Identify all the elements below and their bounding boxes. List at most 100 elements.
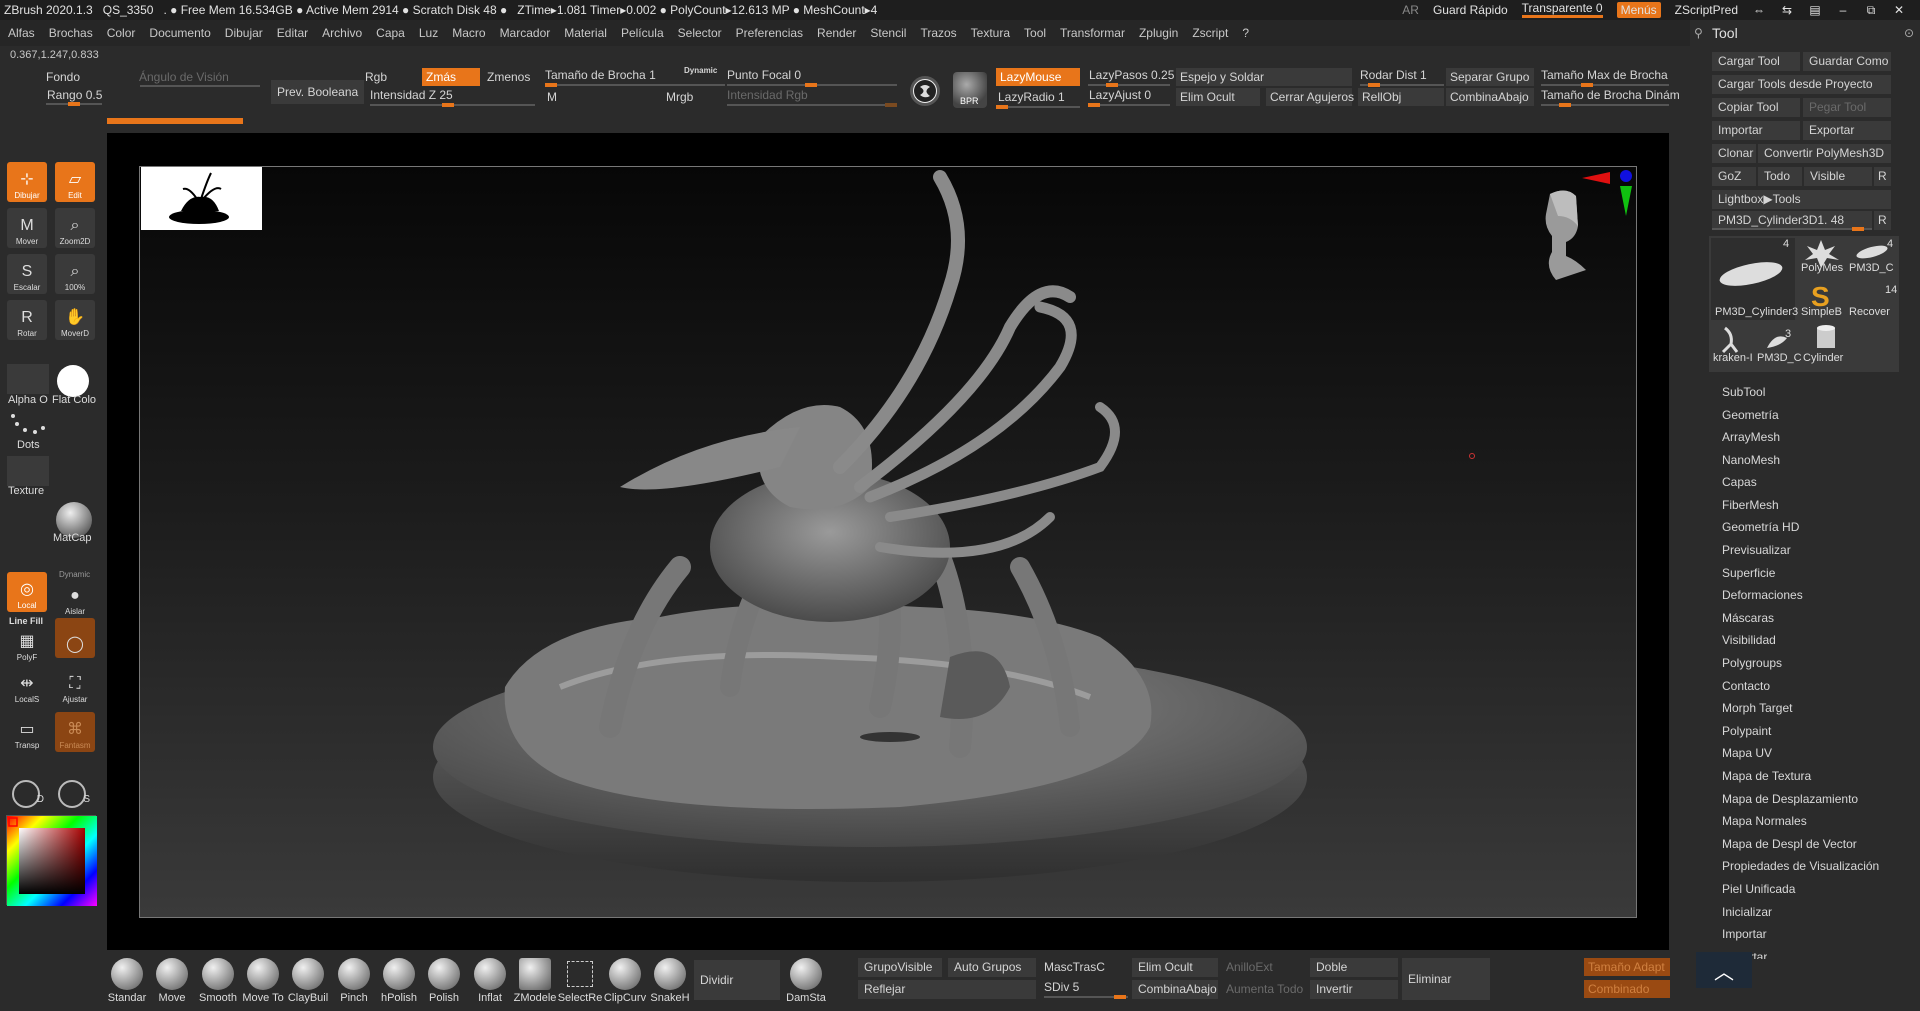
m-toggle[interactable]: M — [547, 90, 557, 104]
subpalette-unified-skin[interactable]: Piel Unificada — [1722, 882, 1795, 896]
scroll-up-button[interactable]: ︿ — [1696, 952, 1752, 988]
menu-item[interactable]: Brochas — [49, 26, 93, 40]
roll-dist-slider[interactable]: Rodar Dist 1 — [1360, 68, 1427, 82]
brush-zmodeler[interactable]: ZModele — [514, 958, 556, 1008]
subpalette-masking[interactable]: Máscaras — [1722, 611, 1774, 625]
all-button[interactable]: Todo — [1758, 167, 1802, 186]
edit-mode-button[interactable]: ▱ Edit — [55, 162, 95, 202]
dots-stroke-icon[interactable] — [7, 410, 49, 440]
lazyradius-slider[interactable]: LazyRadio 1 — [998, 90, 1065, 104]
brush-polish[interactable]: Polish — [424, 958, 464, 1008]
menu-item[interactable]: Documento — [149, 26, 210, 40]
subpalette-displacement-map[interactable]: Mapa de Desplazamiento — [1722, 792, 1858, 806]
orientation-head-icon[interactable] — [1536, 186, 1606, 286]
menu-item[interactable]: Textura — [971, 26, 1010, 40]
rotate-mode-button[interactable]: R Rotar — [7, 300, 47, 340]
max-brush-size-slider[interactable]: Tamaño Max de Brocha — [1541, 68, 1668, 82]
texture-slot[interactable] — [7, 456, 49, 486]
mask-by-cavity-button[interactable]: MascTrasC — [1044, 960, 1105, 974]
menu-item[interactable]: Color — [107, 26, 136, 40]
auto-groups-button[interactable]: Auto Grupos — [948, 958, 1036, 977]
fill-object-button[interactable]: RellObj — [1358, 88, 1444, 106]
menu-item[interactable]: Selector — [678, 26, 722, 40]
subpalette-surface[interactable]: Superficie — [1722, 566, 1775, 580]
lazysnap-slider[interactable]: LazyAjust 0 — [1089, 88, 1151, 102]
brush-smooth[interactable]: Smooth — [198, 958, 238, 1008]
adaptive-size-button[interactable]: Tamaño Adapt — [1584, 958, 1670, 976]
load-tool-button[interactable]: Cargar Tool — [1712, 52, 1800, 71]
zsub-toggle[interactable]: Zmenos — [487, 70, 530, 84]
group-visible-button[interactable]: GrupoVisible — [858, 958, 942, 977]
popout-icon[interactable]: ⊙ — [1904, 26, 1914, 40]
draw-mode-button[interactable]: ⊹ Dibujar — [7, 162, 47, 202]
menu-item[interactable]: ? — [1242, 26, 1249, 40]
fondo-slider[interactable]: Fondo — [46, 70, 80, 84]
rgb-toggle[interactable]: Rgb — [365, 70, 387, 84]
mrgb-toggle[interactable]: Mrgb — [666, 90, 693, 104]
mirror-weld-button[interactable]: Espejo y Soldar — [1176, 68, 1352, 86]
transparency-button[interactable]: ▭ Transp — [7, 712, 47, 752]
polyframe-button[interactable]: ▦ PolyF — [7, 624, 47, 664]
menu-item[interactable]: Dibujar — [225, 26, 263, 40]
move-doc-button[interactable]: ✋ MoverD — [55, 300, 95, 340]
pin-icon[interactable]: ⚲ — [1694, 26, 1703, 40]
tool-thumb-cylinder-primitive[interactable] — [1805, 322, 1849, 352]
subpalette-initialize[interactable]: Inicializar — [1722, 905, 1772, 919]
ghost-button[interactable]: ⌘ Fantasm — [55, 712, 95, 752]
subpalette-texture-map[interactable]: Mapa de Textura — [1722, 769, 1811, 783]
menu-item[interactable]: Marcador — [500, 26, 551, 40]
brush-clipcurve[interactable]: ClipCurv — [604, 958, 646, 1008]
solo-button[interactable]: ● Aislar — [55, 578, 95, 618]
r-button[interactable]: R — [1874, 167, 1891, 186]
local-symmetry-button[interactable]: ⇹ LocalS — [7, 666, 47, 706]
tool-thumb-pm3d-2[interactable] — [1757, 324, 1801, 354]
brush-selectrect[interactable]: SelectRe — [558, 958, 602, 1008]
menu-item[interactable]: Capa — [376, 26, 405, 40]
menu-item[interactable]: Material — [564, 26, 607, 40]
menu-item[interactable]: Stencil — [870, 26, 906, 40]
subpalette-hd-geometry[interactable]: Geometría HD — [1722, 520, 1799, 534]
visible-button[interactable]: Visible — [1804, 167, 1872, 186]
secondary-color-icon[interactable]: S — [58, 780, 90, 808]
swap-icon[interactable]: ⇆ — [1780, 3, 1794, 17]
delete-hidden-button[interactable]: Elim Ocult — [1176, 88, 1260, 106]
brush-hpolish[interactable]: hPolish — [379, 958, 419, 1008]
scale-mode-button[interactable]: S Escalar — [7, 254, 47, 294]
rango-slider[interactable]: Rango 0.5 — [47, 88, 102, 102]
z-intensity-slider[interactable]: Intensidad Z 25 — [370, 88, 453, 102]
dynamic-brush-size-slider[interactable]: Tamaño de Brocha Dinám — [1541, 88, 1680, 102]
menu-item[interactable]: Preferencias — [736, 26, 803, 40]
load-from-project-button[interactable]: Cargar Tools desde Proyecto — [1712, 75, 1891, 94]
restore-icon[interactable]: ⧉ — [1864, 3, 1878, 17]
focal-shift-slider[interactable]: Punto Focal 0 — [727, 68, 801, 82]
brush-size-slider[interactable]: Tamaño de Brocha 1 — [545, 68, 656, 82]
ar-toggle[interactable]: AR — [1402, 3, 1419, 17]
menu-item[interactable]: Transformar — [1060, 26, 1125, 40]
layout-icon[interactable]: ⇔ — [1752, 3, 1766, 17]
subpalette-display-properties[interactable]: Propiedades de Visualización — [1722, 859, 1879, 873]
subpalette-layers[interactable]: Capas — [1722, 475, 1757, 489]
goz-button[interactable]: GoZ — [1712, 167, 1756, 186]
clone-button[interactable]: Clonar — [1712, 144, 1756, 163]
grow-all-button[interactable]: Aumenta Todo — [1226, 982, 1303, 996]
local-button[interactable]: ◎ Local — [7, 572, 47, 612]
brush-inflat[interactable]: Inflat — [470, 958, 510, 1008]
subpalette-import[interactable]: Importar — [1722, 927, 1767, 941]
subpalette-contact[interactable]: Contacto — [1722, 679, 1770, 693]
export-button[interactable]: Exportar — [1803, 121, 1891, 140]
subpalette-nanomesh[interactable]: NanoMesh — [1722, 453, 1780, 467]
subpalette-geometry[interactable]: Geometría — [1722, 408, 1779, 422]
menu-item[interactable]: Luz — [419, 26, 438, 40]
brush-claybuildup[interactable]: ClayBuil — [288, 958, 328, 1008]
subpalette-vector-displacement[interactable]: Mapa de Despl de Vector — [1722, 837, 1857, 851]
view-angle-slider[interactable]: Ángulo de Visión — [139, 70, 229, 84]
zadd-toggle[interactable]: Zmás — [422, 68, 480, 86]
quick-save-button[interactable]: Guard Rápido — [1433, 3, 1508, 17]
subpalette-arraymesh[interactable]: ArrayMesh — [1722, 430, 1780, 444]
zoom2d-button[interactable]: ⌕ Zoom2D — [55, 208, 95, 248]
delete-button[interactable]: Eliminar — [1402, 958, 1490, 1000]
dynamic-label[interactable]: Dynamic — [684, 66, 717, 75]
edge-loop-button[interactable]: AnilloExt — [1226, 960, 1273, 974]
menu-item[interactable]: Tool — [1024, 26, 1046, 40]
minimize-icon[interactable]: – — [1836, 3, 1850, 17]
